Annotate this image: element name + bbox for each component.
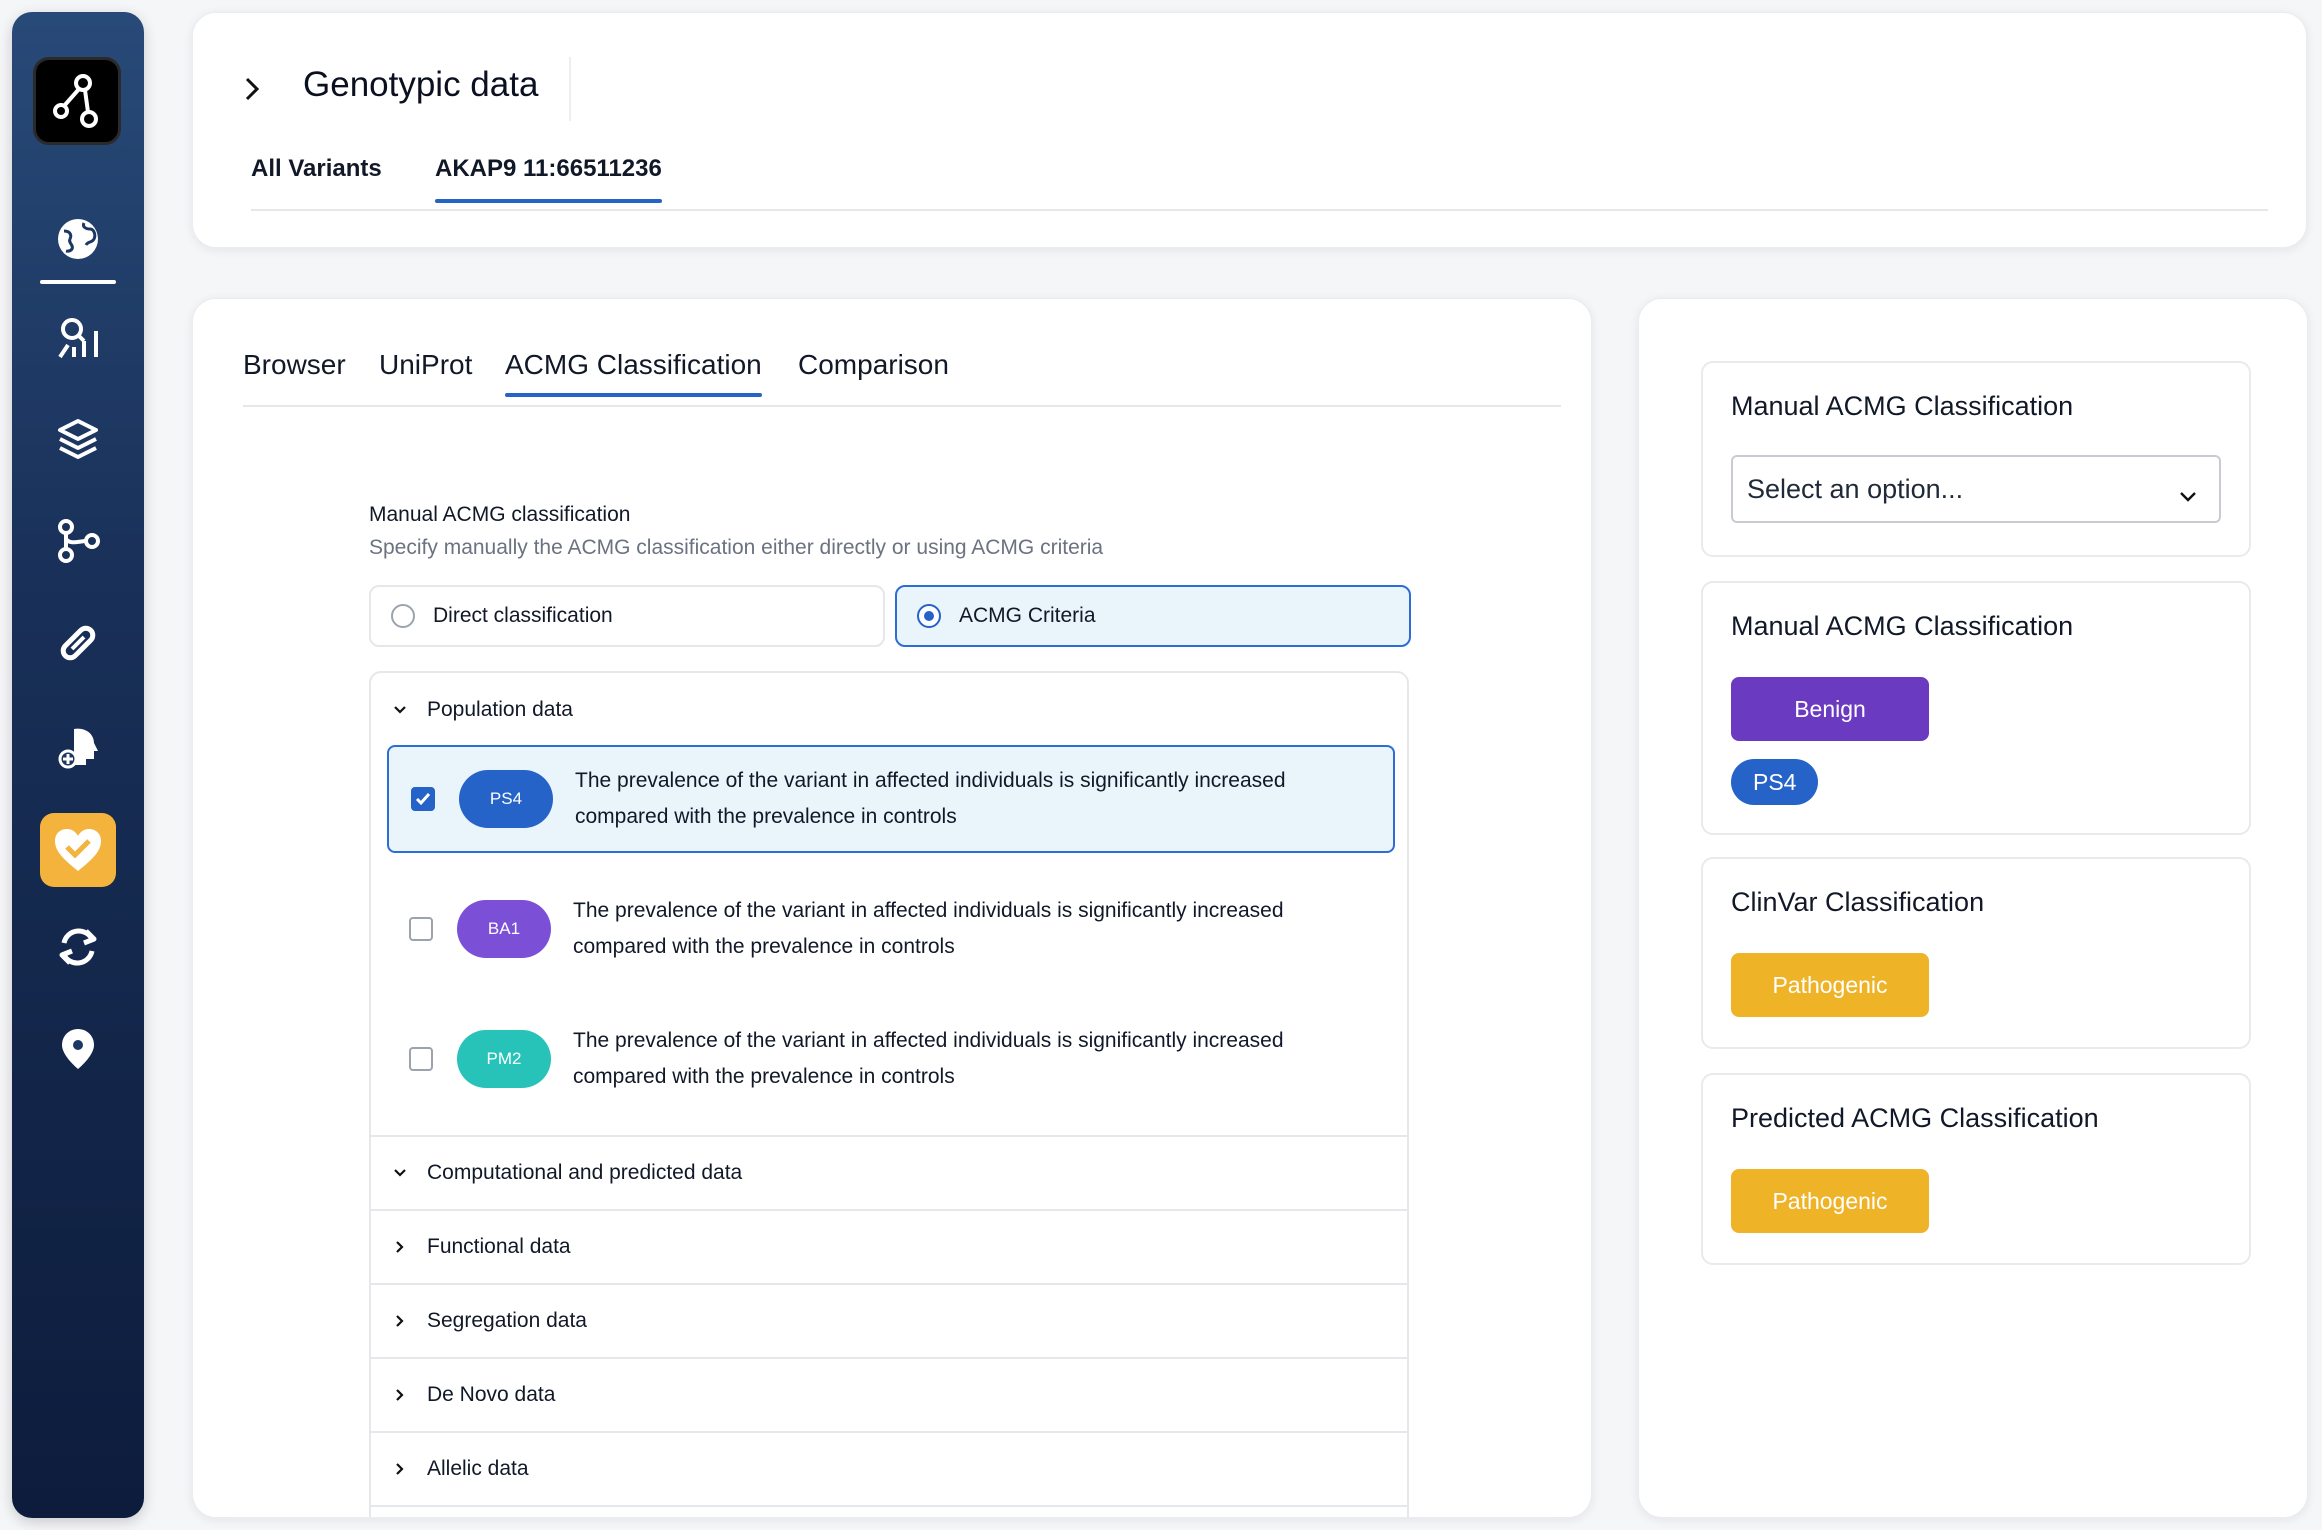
manual-result-panel: Manual ACMG Classification Benign PS4 [1701, 581, 2251, 835]
accordion-label: Segregation data [427, 1309, 587, 1332]
accordion-label: Allelic data [427, 1457, 529, 1480]
accordion-segregation-data[interactable]: Segregation data [371, 1283, 1407, 1357]
radio-label: Direct classification [433, 604, 613, 627]
panel-title: Manual ACMG Classification [1731, 611, 2074, 641]
clinvar-panel: ClinVar Classification Pathogenic [1701, 857, 2251, 1049]
criterion-description: The prevalence of the variant in affecte… [573, 899, 1284, 958]
radio-direct-classification[interactable]: Direct classification [369, 585, 885, 647]
checkbox[interactable] [409, 917, 433, 941]
page-title: Genotypic data [303, 65, 539, 104]
criterion-pill-ps4: PS4 [1731, 759, 1819, 805]
criteria-accordion: Population data PS4 The prevalence of th… [369, 671, 1409, 1517]
tab-uniprot[interactable]: UniProt [379, 349, 472, 381]
criterion-description: The prevalence of the variant in affecte… [575, 769, 1286, 828]
chevron-right-icon [391, 1462, 409, 1476]
analysis-tabs: Browser UniProt ACMG Classification Comp… [243, 347, 1561, 407]
analytics-icon[interactable] [12, 304, 144, 374]
accordion-label: De Novo data [427, 1383, 556, 1406]
accordion-de-novo-data[interactable]: De Novo data [371, 1357, 1407, 1431]
chevron-right-icon[interactable] [237, 69, 267, 109]
classification-summary-card: Manual ACMG Classification Select an opt… [1638, 298, 2308, 1518]
accordion-next-section[interactable] [371, 1505, 1407, 1517]
radio-label: ACMG Criteria [959, 604, 1096, 627]
head-plus-icon[interactable] [12, 712, 144, 782]
classification-select[interactable]: Select an option... [1731, 455, 2221, 523]
criterion-badge: BA1 [457, 900, 551, 958]
predicted-panel: Predicted ACMG Classification Pathogenic [1701, 1073, 2251, 1265]
classification-badge-benign: Benign [1731, 677, 1929, 741]
criterion-row-ba1[interactable]: BA1 The prevalence of the variant in aff… [387, 875, 1395, 983]
select-placeholder: Select an option... [1747, 473, 1964, 504]
tab-akap9-variant[interactable]: AKAP9 11:66511236 [435, 155, 662, 203]
section-subtitle: Specify manually the ACMG classification… [369, 536, 1104, 559]
accordion-functional-data[interactable]: Functional data [371, 1209, 1407, 1283]
chevron-right-icon [391, 1240, 409, 1254]
variant-tabs: All Variants AKAP9 11:66511236 [251, 145, 2268, 211]
main-card: Browser UniProt ACMG Classification Comp… [192, 298, 1592, 1518]
accordion-population-data[interactable]: Population data [371, 673, 1407, 747]
sync-icon[interactable] [12, 912, 144, 982]
location-pin-icon[interactable] [12, 1014, 144, 1084]
radio-acmg-criteria[interactable]: ACMG Criteria [895, 585, 1411, 647]
criterion-row-ps4[interactable]: PS4 The prevalence of the variant in aff… [387, 745, 1395, 853]
tab-comparison[interactable]: Comparison [798, 349, 949, 381]
app-logo-icon[interactable] [33, 57, 121, 145]
criterion-badge: PM2 [457, 1030, 551, 1088]
chevron-right-icon [391, 1314, 409, 1328]
branch-icon[interactable] [12, 506, 144, 576]
checkbox[interactable] [409, 1047, 433, 1071]
heart-check-icon[interactable] [40, 813, 116, 887]
chevron-down-icon [391, 705, 409, 715]
chevron-down-icon [391, 1168, 409, 1178]
tab-all-variants[interactable]: All Variants [251, 155, 382, 183]
checkbox-checked[interactable] [411, 787, 435, 811]
sidebar-divider [40, 280, 116, 284]
tab-browser[interactable]: Browser [243, 349, 346, 381]
panel-title: Predicted ACMG Classification [1731, 1103, 2099, 1133]
accordion-allelic-data[interactable]: Allelic data [371, 1431, 1407, 1505]
globe-icon[interactable] [12, 204, 144, 274]
app-canvas: Genotypic data All Variants AKAP9 11:665… [0, 0, 2322, 1530]
section-title: Manual ACMG classification [369, 503, 631, 526]
header-card: Genotypic data All Variants AKAP9 11:665… [192, 12, 2307, 248]
chevron-right-icon [391, 1388, 409, 1402]
panel-title: Manual ACMG Classification [1731, 391, 2074, 421]
accordion-computational-data[interactable]: Computational and predicted data [371, 1135, 1407, 1209]
sidebar [12, 12, 144, 1518]
accordion-label: Population data [427, 698, 573, 721]
tab-acmg-classification[interactable]: ACMG Classification [505, 349, 762, 397]
accordion-label: Computational and predicted data [427, 1161, 743, 1184]
header-divider [569, 57, 571, 121]
radio-circle-icon[interactable] [391, 604, 415, 628]
manual-select-panel: Manual ACMG Classification Select an opt… [1701, 361, 2251, 557]
accordion-label: Functional data [427, 1235, 571, 1258]
layers-icon[interactable] [12, 404, 144, 474]
criterion-row-pm2[interactable]: PM2 The prevalence of the variant in aff… [387, 1005, 1395, 1113]
panel-title: ClinVar Classification [1731, 887, 1985, 917]
clinvar-badge: Pathogenic [1731, 953, 1929, 1017]
radio-selected-icon[interactable] [917, 604, 941, 628]
criterion-badge: PS4 [459, 770, 553, 828]
pill-icon[interactable] [12, 608, 144, 678]
criterion-description: The prevalence of the variant in affecte… [573, 1029, 1284, 1088]
chevron-down-icon [2179, 479, 2197, 510]
predicted-badge: Pathogenic [1731, 1169, 1929, 1233]
